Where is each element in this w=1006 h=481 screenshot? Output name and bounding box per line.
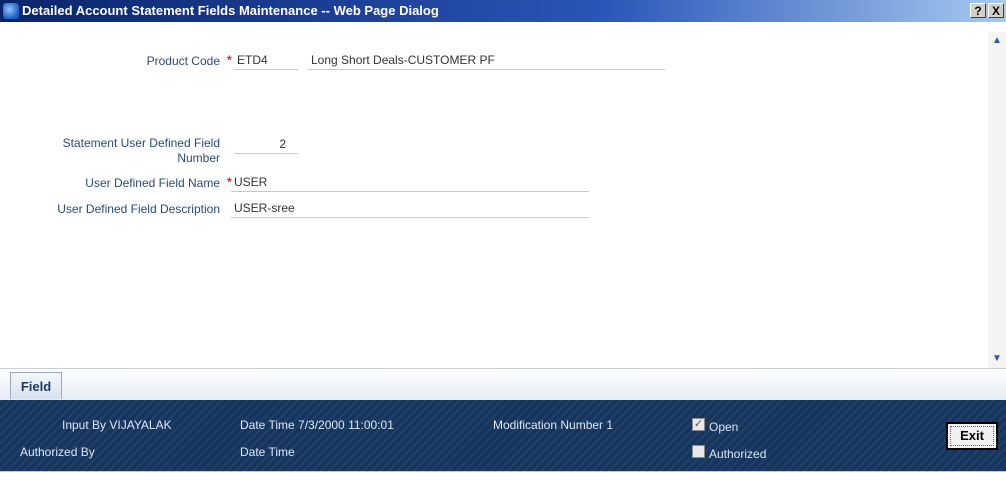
- authorized-by-text: Authorized By: [20, 445, 95, 459]
- udf-name-input[interactable]: USER: [231, 173, 589, 192]
- scroll-down-arrow-icon[interactable]: ▼: [990, 352, 1004, 366]
- authorized-checkbox[interactable]: [692, 445, 705, 458]
- open-label: Open: [709, 420, 739, 434]
- audit-footer: Input By VIJAYALAK Date Time 7/3/2000 11…: [0, 400, 1006, 471]
- window-bottom-border: [0, 471, 1006, 481]
- window-title: Detailed Account Statement Fields Mainte…: [22, 3, 439, 18]
- scroll-up-arrow-icon[interactable]: ▲: [990, 34, 1004, 48]
- modification-number-text: Modification Number 1: [493, 418, 614, 432]
- authorized-label: Authorized: [709, 447, 767, 461]
- product-description-field: Long Short Deals-CUSTOMER PF: [308, 51, 665, 70]
- udf-description-input[interactable]: USER-sree: [231, 199, 589, 218]
- exit-focus-ring: [950, 426, 994, 446]
- udf-number-label: Statement User Defined Field Number: [62, 136, 220, 165]
- help-button[interactable]: ?: [970, 3, 986, 18]
- ie-app-icon: [3, 3, 19, 19]
- product-code-required-marker: *: [227, 53, 232, 67]
- udf-name-label: User Defined Field Name: [85, 176, 220, 190]
- vertical-scrollbar[interactable]: ▲ ▼: [988, 32, 1006, 368]
- date-time-auth-text: Date Time: [240, 445, 295, 459]
- form-area: Product Code * ETD4 Long Short Deals-CUS…: [0, 22, 988, 368]
- exit-button[interactable]: Exit: [946, 422, 998, 450]
- input-by-text: Input By VIJAYALAK: [62, 418, 172, 432]
- date-time-input-text: Date Time 7/3/2000 11:00:01: [240, 418, 394, 432]
- title-bar: Detailed Account Statement Fields Mainte…: [0, 0, 1006, 22]
- product-code-label: Product Code: [146, 54, 220, 68]
- udf-number-input[interactable]: 2: [234, 135, 298, 154]
- open-checkbox[interactable]: ✓: [692, 418, 705, 431]
- udf-description-label: User Defined Field Description: [57, 202, 220, 216]
- product-code-input[interactable]: ETD4: [234, 51, 298, 70]
- close-button[interactable]: X: [988, 3, 1004, 18]
- tab-strip: Field: [0, 368, 1006, 400]
- tab-field[interactable]: Field: [10, 372, 62, 399]
